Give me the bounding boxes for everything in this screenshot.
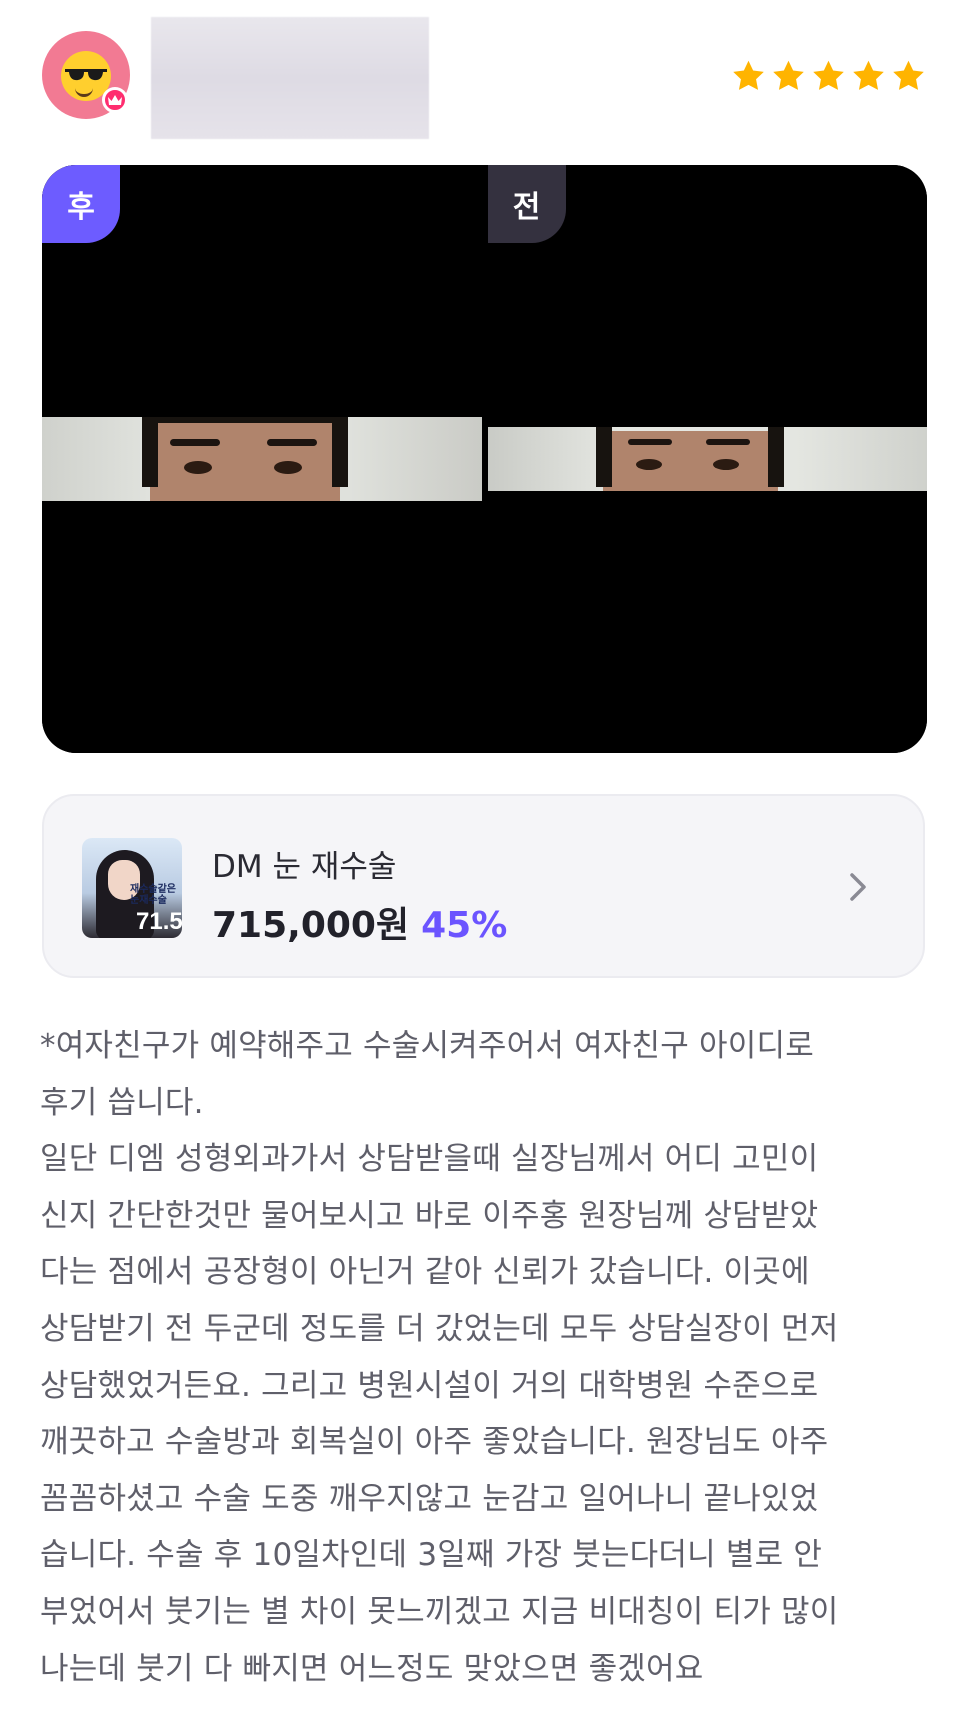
before-photo[interactable]: 전: [487, 165, 927, 753]
after-photo[interactable]: 후: [42, 165, 482, 753]
thumbnail-price-graphic: 71.5: [136, 908, 182, 935]
thumbnail-caption: 재수술같은 눈재수술: [130, 884, 176, 906]
product-price-line: 715,000원 45%: [212, 896, 507, 948]
star-icon: [773, 60, 804, 90]
product-price: 715,000원: [212, 905, 410, 946]
product-name: DM 눈 재수술: [212, 849, 397, 885]
star-icon: [813, 60, 844, 90]
star-icon: [733, 60, 764, 90]
rating-stars: [730, 58, 927, 98]
product-card[interactable]: 재수술같은 눈재수술 71.5 DM 눈 재수술 715,000원 45%: [42, 794, 925, 978]
discount-percent: 45%: [421, 905, 508, 946]
username-blurred: [151, 17, 429, 139]
product-thumbnail: 재수술같은 눈재수술 71.5: [82, 838, 182, 938]
before-badge: 전: [487, 165, 566, 243]
before-after-photos: 후 전: [42, 165, 927, 753]
star-icon: [853, 60, 884, 90]
avatar[interactable]: [42, 31, 130, 119]
after-badge: 후: [42, 165, 120, 243]
crown-badge-icon: [102, 87, 128, 113]
chevron-right-icon[interactable]: [845, 871, 871, 903]
before-eye-crop: [487, 427, 927, 491]
sunglasses-icon: [65, 69, 107, 81]
review-header: [0, 0, 966, 150]
review-text: *여자친구가 예약해주고 수술시켜주어서 여자친구 아이디로 후기 씁니다. 일…: [40, 1028, 839, 1687]
star-icon: [893, 60, 924, 90]
after-eye-crop: [42, 417, 482, 501]
